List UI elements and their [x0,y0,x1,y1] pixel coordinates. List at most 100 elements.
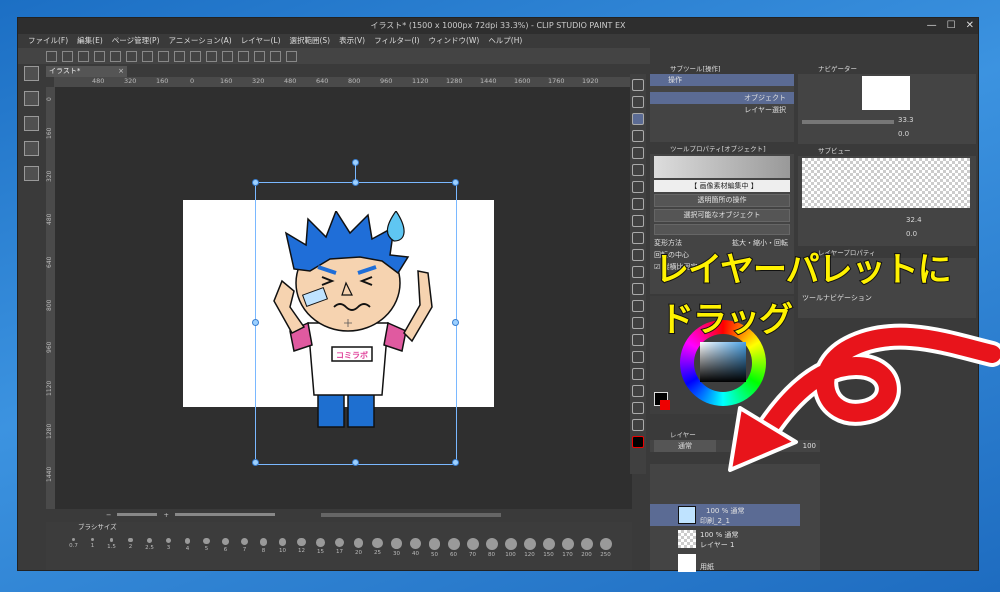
brush-size-item[interactable]: 70 [465,538,480,558]
brush-size-item[interactable]: 12 [294,538,309,558]
zoom-in-icon[interactable]: + [163,511,168,519]
lasso-icon[interactable] [632,147,644,159]
zoom-out-icon[interactable]: − [106,511,111,519]
brush-size-item[interactable]: 2.5 [142,538,157,558]
redo-icon[interactable] [110,50,121,62]
brush-size-item[interactable]: 20 [351,538,366,558]
brush-size-item[interactable]: 25 [370,538,385,558]
menu-filter[interactable]: フィルター(I) [374,34,419,48]
transform-icon[interactable] [174,50,185,62]
menu-page[interactable]: ページ管理(P) [112,34,160,48]
brush-size-item[interactable]: 6 [218,538,233,558]
eyedropper-icon[interactable] [632,181,644,193]
brush-size-item[interactable]: 250 [598,538,613,558]
transform-handle[interactable] [452,459,459,466]
selection-bounding-box[interactable] [255,182,457,465]
brush-size-item[interactable]: 2 [123,538,138,558]
pencil-icon[interactable] [632,215,644,227]
open-icon[interactable] [62,50,73,62]
deselect-icon[interactable] [190,50,201,62]
brush-size-item[interactable]: 150 [541,538,556,558]
brush-size-item[interactable]: 8 [256,538,271,558]
brush-size-item[interactable]: 3 [161,538,176,558]
settings-icon[interactable] [126,50,137,62]
brush-size-item[interactable]: 100 [503,538,518,558]
brush-icon[interactable] [632,232,644,244]
sub-color-swatch[interactable] [660,400,670,410]
decoration-icon[interactable] [632,266,644,278]
gradient-icon[interactable] [632,334,644,346]
menu-help[interactable]: ヘルプ(H) [488,34,522,48]
transform-handle[interactable] [252,319,259,326]
brush-size-item[interactable]: 1.5 [104,538,119,558]
hand-icon[interactable] [632,96,644,108]
brush-size-item[interactable]: 17 [332,538,347,558]
menu-view[interactable]: 表示(V) [339,34,365,48]
brush-size-item[interactable]: 15 [313,538,328,558]
subtool-item-object[interactable]: オブジェクト [650,92,794,104]
transform-handle[interactable] [452,179,459,186]
brush-size-item[interactable]: 60 [446,538,461,558]
snap-special-ruler-icon[interactable] [238,50,249,62]
folder-icon[interactable] [23,116,39,131]
brush-size-item[interactable]: 200 [579,538,594,558]
brush-size-item[interactable]: 80 [484,538,499,558]
layer-row-layer1[interactable]: 100 % 通常 レイヤー 1 [650,528,800,550]
move-layer-icon[interactable] [632,130,644,142]
rotation-slider[interactable] [174,513,275,516]
document-tab-close-icon[interactable]: × [118,66,124,77]
operation-icon[interactable] [632,113,644,125]
snap-grid-icon[interactable] [254,50,265,62]
document-tab[interactable]: イラスト* × [46,66,127,77]
menu-window[interactable]: ウィンドウ(W) [429,34,480,48]
blend-icon[interactable] [632,300,644,312]
subtool-item-layer-select[interactable]: レイヤー選択 [650,104,794,116]
alignment-buttons[interactable] [654,224,790,235]
canvas-area[interactable]: コミラボ [55,87,632,513]
ruler-icon[interactable] [632,402,644,414]
layer-list-icon[interactable] [23,91,39,106]
camera-icon[interactable] [270,50,281,62]
figure-icon[interactable] [632,351,644,363]
transform-handle[interactable] [352,459,359,466]
selectable-object-select[interactable]: 選択可能なオブジェクト [654,209,790,222]
transform-handle[interactable] [252,459,259,466]
brush-size-item[interactable]: 170 [560,538,575,558]
new-icon[interactable] [46,50,57,62]
pen-tool-icon[interactable] [632,198,644,210]
brush-size-item[interactable]: 40 [408,538,423,558]
balloon-icon[interactable] [632,385,644,397]
save-icon[interactable] [78,50,89,62]
transparent-operation-select[interactable]: 透明箇所の操作 [654,194,790,207]
close-all-icon[interactable] [23,66,39,81]
brush-size-item[interactable]: 0.7 [66,538,81,558]
layer-row-paper[interactable]: 用紙 [650,552,800,574]
zoom-icon[interactable] [632,79,644,91]
transform-handle[interactable] [252,179,259,186]
color-swatch-icon[interactable] [632,436,644,448]
menu-layer[interactable]: レイヤー(L) [241,34,281,48]
menu-file[interactable]: ファイル(F) [28,34,68,48]
zoom-slider[interactable] [117,513,158,516]
close-button[interactable]: ✕ [966,18,974,34]
undo-icon[interactable] [94,50,105,62]
menu-selection[interactable]: 選択範囲(S) [290,34,331,48]
magic-wand-icon[interactable] [632,164,644,176]
menu-animation[interactable]: アニメーション(A) [169,34,232,48]
navigator-zoom-slider[interactable] [802,120,894,124]
brush-size-item[interactable]: 50 [427,538,442,558]
subview-preview[interactable] [802,158,970,208]
fill-tool-icon[interactable] [632,317,644,329]
eraser-icon[interactable] [632,283,644,295]
brush-size-item[interactable]: 7 [237,538,252,558]
snap-ruler-icon[interactable] [222,50,233,62]
subtool-tab[interactable]: 操作 [650,74,794,86]
brush-size-item[interactable]: 30 [389,538,404,558]
clear-icon[interactable] [142,50,153,62]
maximize-button[interactable]: ☐ [947,18,956,34]
layer-row-image[interactable]: 100 % 通常 印刷_2_1 [650,504,800,526]
folder-out-icon[interactable] [23,166,39,181]
brush-size-item[interactable]: 5 [199,538,214,558]
crop-icon[interactable] [206,50,217,62]
transform-handle[interactable] [452,319,459,326]
